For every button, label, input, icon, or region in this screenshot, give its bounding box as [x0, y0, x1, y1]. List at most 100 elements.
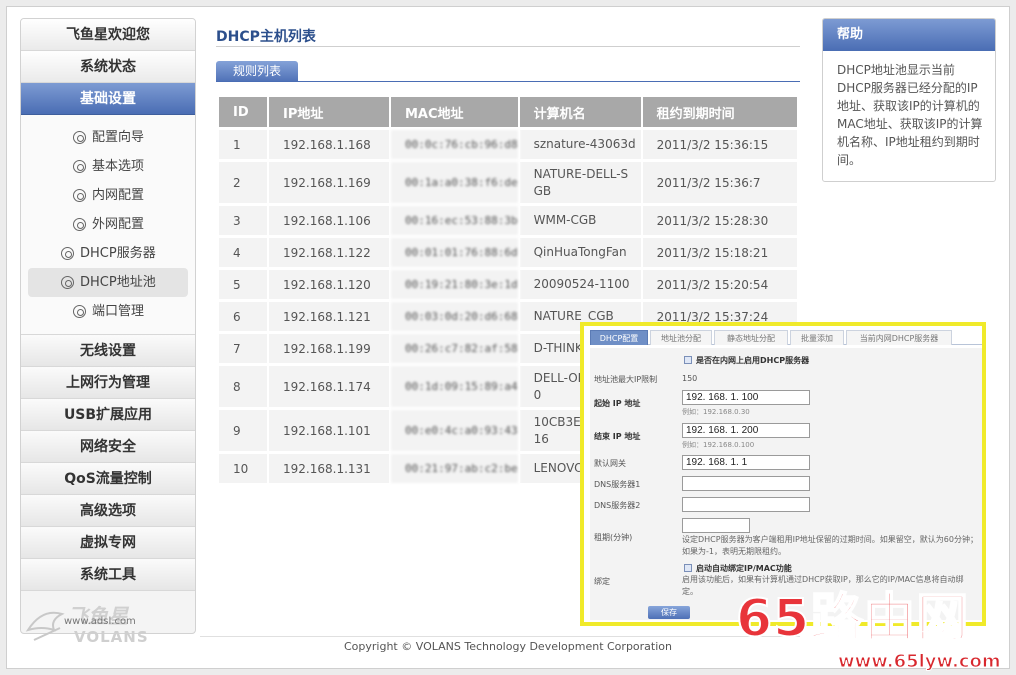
cell-id: 10 [219, 454, 269, 483]
circle-icon [61, 247, 74, 260]
table-row: 4 192.168.1.122 00:01:01:76:88:6d QinHuaTon… [219, 238, 799, 267]
table-row: 5 192.168.1.120 00:19:21:80:3e:1d 20090524-… [219, 270, 799, 299]
table-row: 3 192.168.1.106 00:16:ec:53:88:3b WMM-CGB 20… [219, 206, 799, 235]
col-hostname: 计算机名 [519, 97, 643, 127]
end-ip-label: 结束 IP 地址 [594, 432, 641, 441]
end-ip-hint: 例如：192.168.0.100 [682, 441, 755, 449]
nav-system-tools[interactable]: 系统工具 [21, 559, 195, 591]
dns1-label: DNS服务器1 [594, 480, 641, 489]
dns2-label: DNS服务器2 [594, 501, 641, 510]
logo-url: www.adsl.com [64, 616, 136, 627]
cell-ip: 192.168.1.174 [269, 366, 391, 407]
title-divider [216, 46, 800, 47]
tab-static-allocation[interactable]: 静态地址分配 [714, 330, 788, 345]
volans-logo: 飞鱼星 www.adsl.com VOLANS [24, 600, 174, 646]
cell-lease-expiry: 2011/3/2 15:36:15 [642, 130, 799, 159]
nav-basic-settings[interactable]: 基础设置 [21, 83, 195, 115]
cell-mac: 00:0c:76:cb:96:d8 [391, 130, 520, 159]
cell-id: 1 [219, 130, 269, 159]
lease-label: 租期(分钟) [594, 533, 633, 542]
cell-lease-expiry: 2011/3/2 15:20:54 [642, 270, 799, 299]
cell-ip: 192.168.1.131 [269, 454, 391, 483]
sub-item-dhcp-server[interactable]: DHCP服务器 [28, 239, 188, 268]
nav-system-status[interactable]: 系统状态 [21, 51, 195, 83]
cell-lease-expiry: 2011/3/2 15:36:7 [642, 162, 799, 203]
gateway-label: 默认网关 [594, 459, 626, 468]
start-ip-hint: 例如：192.168.0.30 [682, 408, 750, 416]
logo-sub: VOLANS [74, 628, 149, 646]
circle-icon [73, 131, 86, 144]
cell-ip: 192.168.1.122 [269, 238, 391, 267]
cell-lease-expiry: 2011/3/2 15:18:21 [642, 238, 799, 267]
circle-icon [61, 276, 74, 289]
sub-item-lan-config[interactable]: 内网配置 [28, 181, 188, 210]
watermark-url: www.65lyw.com [838, 651, 1002, 673]
nav-qos[interactable]: QoS流量控制 [21, 463, 195, 495]
cell-lease-expiry: 2011/3/2 15:28:30 [642, 206, 799, 235]
sub-item-dhcp-pool[interactable]: DHCP地址池 [28, 268, 188, 297]
nav-vpn[interactable]: 虚拟专网 [21, 527, 195, 559]
table-row: 1 192.168.1.168 00:0c:76:cb:96:d8 sznature-… [219, 130, 799, 159]
cell-hostname: QinHuaTongFan [519, 238, 643, 267]
cell-id: 9 [219, 410, 269, 451]
circle-icon [73, 189, 86, 202]
lease-field[interactable] [682, 518, 750, 533]
tab-pool-allocation[interactable]: 地址池分配 [650, 330, 712, 345]
cell-ip: 192.168.1.169 [269, 162, 391, 203]
cell-id: 3 [219, 206, 269, 235]
dns1-field[interactable] [682, 476, 810, 491]
tab-current-dhcp-servers[interactable]: 当前内网DHCP服务器 [846, 330, 952, 345]
sub-item-wan-config[interactable]: 外网配置 [28, 210, 188, 239]
sub-item-basic-options[interactable]: 基本选项 [28, 152, 188, 181]
tab-dhcp-config[interactable]: DHCP配置 [590, 330, 648, 345]
cell-hostname: WMM-CGB [519, 206, 643, 235]
start-ip-field[interactable]: 192. 168. 1. 100 [682, 390, 810, 405]
circle-icon [73, 218, 86, 231]
cell-id: 5 [219, 270, 269, 299]
footer-copyright: Copyright © VOLANS Technology Developmen… [344, 640, 672, 653]
enable-dhcp-label: 是否在内网上启用DHCP服务器 [696, 356, 810, 365]
gateway-field[interactable]: 192. 168. 1. 1 [682, 455, 810, 470]
cell-mac: 00:21:97:ab:c2:be [391, 454, 520, 483]
cell-id: 8 [219, 366, 269, 407]
tab-rule-list[interactable]: 规则列表 [216, 61, 298, 82]
save-button[interactable]: 保存 [648, 606, 690, 619]
nav-network-security[interactable]: 网络安全 [21, 431, 195, 463]
tab-underline [216, 81, 800, 82]
cell-id: 4 [219, 238, 269, 267]
sub-item-config-wizard[interactable]: 配置向导 [28, 123, 188, 152]
help-text: DHCP地址池显示当前DHCP服务器已经分配的IP地址、获取该IP的计算机的MA… [837, 63, 983, 167]
footer-divider [200, 636, 800, 637]
cell-mac: 00:01:01:76:88:6d [391, 238, 520, 267]
col-lease-expiry: 租约到期时间 [642, 97, 799, 127]
sidebar: 飞鱼星欢迎您 系统状态 基础设置 配置向导 基本选项 内网配置 外网配置 DHC… [20, 18, 196, 634]
table-row: 2 192.168.1.169 00:1a:a0:38:f6:de NATURE-DE… [219, 162, 799, 203]
basic-submenu: 配置向导 基本选项 内网配置 外网配置 DHCP服务器 DHCP地址池 端口管理 [21, 115, 195, 335]
table-header-row: ID IP地址 MAC地址 计算机名 租约到期时间 [219, 97, 799, 127]
nav-advanced[interactable]: 高级选项 [21, 495, 195, 527]
end-ip-field[interactable]: 192. 168. 1. 200 [682, 423, 810, 438]
enable-dhcp-checkbox[interactable] [684, 356, 692, 364]
cell-id: 6 [219, 302, 269, 331]
welcome-item: 飞鱼星欢迎您 [21, 19, 195, 51]
cell-hostname: NATURE-DELL-S GB [519, 162, 643, 203]
cell-id: 2 [219, 162, 269, 203]
tab-batch-add[interactable]: 批量添加 [790, 330, 844, 345]
watermark-65lyw: 65路由网 [735, 588, 970, 650]
col-id: ID [219, 97, 269, 127]
cell-mac: 00:1a:a0:38:f6:de [391, 162, 520, 203]
nav-behavior-management[interactable]: 上网行为管理 [21, 367, 195, 399]
nav-usb-apps[interactable]: USB扩展应用 [21, 399, 195, 431]
overlay-tab-bar: DHCP配置 地址池分配 静态地址分配 批量添加 当前内网DHCP服务器 [590, 330, 982, 345]
cell-mac: 00:03:0d:20:d6:68 [391, 302, 520, 331]
circle-icon [73, 160, 86, 173]
cell-ip: 192.168.1.121 [269, 302, 391, 331]
cell-mac: 00:26:c7:82:af:58 [391, 334, 520, 363]
dns2-field[interactable] [682, 497, 810, 512]
col-mac: MAC地址 [391, 97, 520, 127]
nav-wireless[interactable]: 无线设置 [21, 335, 195, 367]
cell-ip: 192.168.1.101 [269, 410, 391, 451]
auto-bind-checkbox[interactable] [684, 564, 692, 572]
sub-item-port-management[interactable]: 端口管理 [28, 297, 188, 326]
circle-icon [73, 305, 86, 318]
